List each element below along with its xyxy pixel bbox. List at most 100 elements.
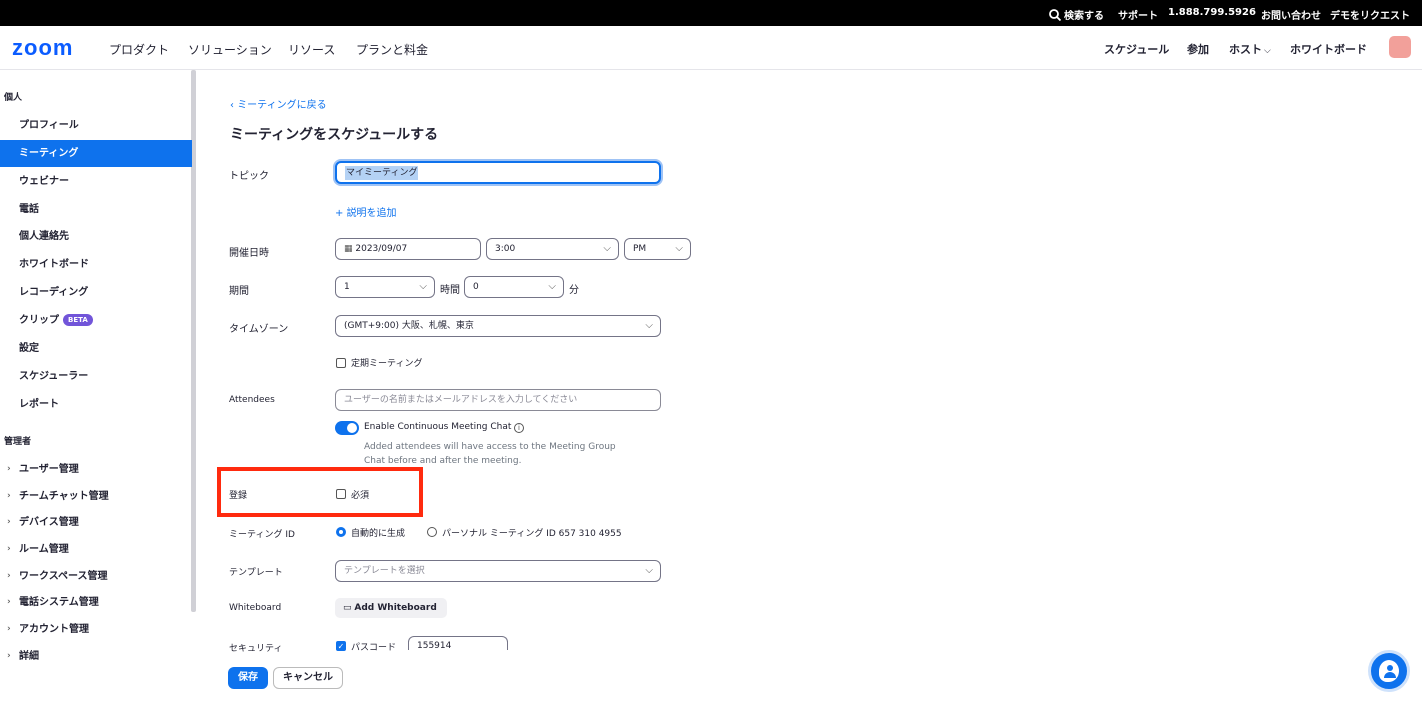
- duration-hours-select[interactable]: 1 ⌵: [335, 276, 435, 298]
- chevron-right-icon: ›: [7, 491, 11, 501]
- sidebar-item-user-management[interactable]: › ユーザー管理: [0, 456, 192, 483]
- nav-solutions[interactable]: ソリューション: [188, 41, 272, 58]
- recurring-checkbox[interactable]: [336, 358, 346, 368]
- sidebar-item-workspace[interactable]: › ワークスペース管理: [0, 563, 192, 590]
- meeting-id-personal-radio[interactable]: [427, 527, 437, 537]
- chevron-right-icon: ›: [7, 624, 11, 634]
- sidebar-item-recordings[interactable]: レコーディング: [0, 279, 192, 306]
- recurring-label: 定期ミーティング: [351, 359, 423, 369]
- add-whiteboard-button[interactable]: ▭ Add Whiteboard: [335, 598, 447, 618]
- sidebar-item-label: チームチャット管理: [19, 491, 109, 502]
- duration-label: 期間: [229, 286, 249, 297]
- passcode-checkbox[interactable]: ✓: [336, 641, 346, 651]
- timezone-value: (GMT+9:00) 大阪、札幌、東京: [344, 321, 474, 331]
- timezone-label: タイムゾーン: [229, 324, 289, 335]
- attendees-label: Attendees: [229, 395, 275, 405]
- nav-products[interactable]: プロダクト: [109, 41, 169, 58]
- passcode-value: 155914: [417, 641, 452, 650]
- add-whiteboard-label: Add Whiteboard: [354, 603, 437, 613]
- sidebar-item-label: デバイス管理: [19, 517, 79, 528]
- sidebar-item-label: 詳細: [19, 651, 39, 662]
- add-description-link[interactable]: + 説明を追加: [335, 204, 397, 219]
- search-link[interactable]: 検索する: [1049, 7, 1104, 22]
- sidebar-item-whiteboards[interactable]: ホワイトボード: [0, 251, 192, 278]
- template-select[interactable]: テンプレートを選択 ⌵: [335, 560, 661, 582]
- sidebar-item-label: ユーザー管理: [19, 464, 79, 475]
- main-navbar: zoom プロダクト ソリューション リソース プランと料金 スケジュール 参加…: [0, 26, 1422, 70]
- sidebar-item-meetings[interactable]: ミーティング: [0, 140, 192, 167]
- sidebar: 個人 プロフィール ミーティング ウェビナー 電話 個人連絡先 ホワイトボード …: [0, 70, 196, 702]
- chevron-right-icon: ›: [7, 571, 11, 581]
- sidebar-item-account[interactable]: › アカウント管理: [0, 616, 192, 643]
- chevron-right-icon: ›: [7, 464, 11, 474]
- duration-minutes-value: 0: [473, 282, 479, 292]
- nav-schedule[interactable]: スケジュール: [1104, 41, 1169, 57]
- passcode-input[interactable]: 155914: [408, 636, 508, 650]
- ampm-select[interactable]: PM ⌵: [624, 238, 691, 260]
- nav-join[interactable]: 参加: [1187, 41, 1209, 57]
- topic-input[interactable]: マイミーティング: [335, 161, 661, 184]
- chevron-down-icon: ⌵: [419, 281, 427, 292]
- sidebar-item-phone-system[interactable]: › 電話システム管理: [0, 589, 192, 616]
- duration-minutes-select[interactable]: 0 ⌵: [464, 276, 564, 298]
- chevron-down-icon: ⌵: [645, 320, 653, 331]
- info-icon[interactable]: i: [514, 423, 524, 433]
- sidebar-item-label: ワークスペース管理: [19, 571, 108, 582]
- timezone-select[interactable]: (GMT+9:00) 大阪、札幌、東京 ⌵: [335, 315, 661, 337]
- sidebar-item-device[interactable]: › デバイス管理: [0, 509, 192, 536]
- nav-whiteboard[interactable]: ホワイトボード: [1290, 41, 1367, 57]
- cancel-button[interactable]: キャンセル: [273, 667, 343, 689]
- sidebar-item-reports[interactable]: レポート: [0, 391, 192, 418]
- sidebar-item-label: 電話システム管理: [19, 597, 99, 608]
- hours-unit: 時間: [440, 285, 460, 296]
- sidebar-item-team-chat[interactable]: › チームチャット管理: [0, 483, 192, 510]
- nav-resources[interactable]: リソース: [288, 41, 335, 58]
- sidebar-item-contacts[interactable]: 個人連絡先: [0, 223, 192, 250]
- demo-link[interactable]: デモをリクエスト: [1330, 7, 1410, 22]
- avatar[interactable]: [1389, 36, 1411, 58]
- registration-required-checkbox[interactable]: [336, 489, 346, 499]
- chat-bubble-icon: [1379, 660, 1399, 682]
- continuous-chat-toggle[interactable]: [335, 421, 359, 435]
- sidebar-item-room[interactable]: › ルーム管理: [0, 536, 192, 563]
- sidebar-item-clips[interactable]: クリップ BETA: [0, 307, 192, 334]
- chat-person-body: [1384, 672, 1396, 678]
- page-title: ミーティングをスケジュールする: [230, 127, 439, 143]
- registration-required-label: 必須: [351, 491, 370, 501]
- sidebar-item-profile[interactable]: プロフィール: [0, 112, 192, 139]
- security-label: セキュリティ: [229, 644, 283, 654]
- search-label: 検索する: [1064, 11, 1104, 22]
- support-link[interactable]: サポート: [1118, 7, 1158, 22]
- continuous-chat-label: Enable Continuous Meeting Chat: [364, 422, 512, 432]
- date-picker[interactable]: ▦ 2023/09/07: [335, 238, 481, 260]
- zoom-logo[interactable]: zoom: [12, 35, 73, 61]
- sidebar-item-settings[interactable]: 設定: [0, 335, 192, 362]
- chevron-right-icon: ›: [7, 517, 11, 527]
- nav-pricing[interactable]: プランと料金: [356, 41, 428, 58]
- attendees-input[interactable]: ユーザーの名前またはメールアドレスを入力してください: [335, 389, 661, 411]
- calendar-icon: ▦: [344, 244, 356, 254]
- chevron-down-icon: ⌵: [548, 281, 556, 292]
- save-button[interactable]: 保存: [228, 667, 268, 689]
- search-icon: [1049, 9, 1062, 22]
- phone-link[interactable]: 1.888.799.5926: [1168, 7, 1256, 18]
- sidebar-item-advanced[interactable]: › 詳細: [0, 643, 192, 670]
- support-chat-button[interactable]: [1368, 650, 1410, 692]
- topic-value: マイミーティング: [345, 166, 419, 180]
- meeting-id-auto-radio[interactable]: [336, 527, 346, 537]
- date-label: 開催日時: [229, 248, 269, 259]
- sidebar-item-scheduler[interactable]: スケジューラー: [0, 363, 192, 390]
- chevron-right-icon: ›: [7, 544, 11, 554]
- add-description-label: 説明を追加: [346, 208, 397, 219]
- chevron-down-icon: ⌵: [1264, 46, 1271, 56]
- sidebar-item-label: アカウント管理: [19, 624, 89, 635]
- back-link-label: ミーティングに戻る: [237, 100, 327, 111]
- sidebar-item-phone[interactable]: 電話: [0, 196, 192, 223]
- nav-host[interactable]: ホスト ⌵: [1229, 41, 1271, 57]
- meeting-id-auto-label: 自動的に生成: [351, 529, 406, 539]
- chevron-right-icon: ›: [7, 597, 11, 607]
- back-to-meetings-link[interactable]: ‹ ミーティングに戻る: [230, 96, 327, 111]
- time-select[interactable]: 3:00 ⌵: [486, 238, 619, 260]
- contact-link[interactable]: お問い合わせ: [1261, 7, 1321, 22]
- sidebar-item-webinars[interactable]: ウェビナー: [0, 168, 192, 195]
